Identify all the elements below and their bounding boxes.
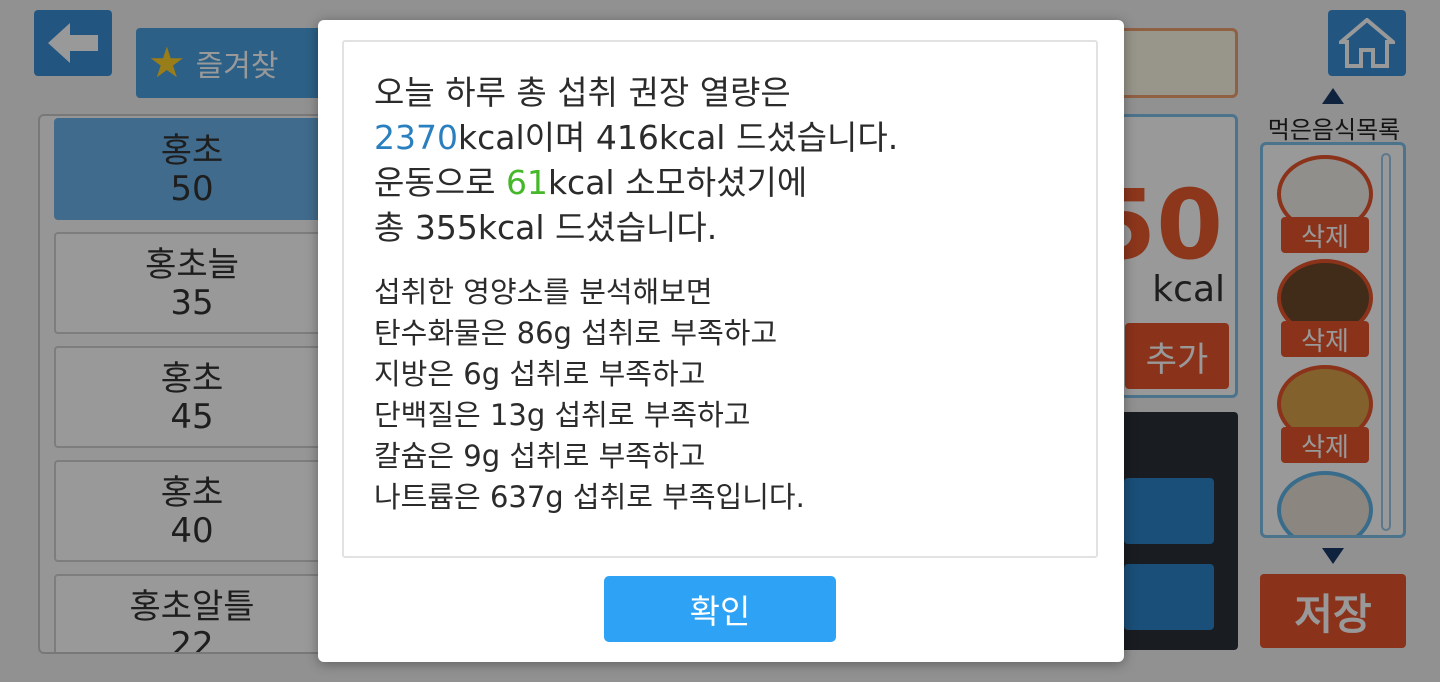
summary-dialog: 오늘 하루 총 섭취 권장 열량은 2370kcal이며 416kcal 드셨습… <box>318 20 1124 662</box>
summary-line-4: 총 355kcal 드셨습니다. <box>374 208 718 247</box>
nutrient-line: 지방은 6g 섭취로 부족하고 <box>374 357 706 391</box>
summary-line-3-pre: 운동으로 <box>374 163 506 202</box>
confirm-label: 확인 <box>689 592 751 631</box>
nutrient-line: 섭취한 영양소를 분석해보면 <box>374 275 713 309</box>
nutrient-analysis: 섭취한 영양소를 분석해보면 탄수화물은 86g 섭취로 부족하고 지방은 6g… <box>374 272 1066 518</box>
recommended-kcal: 2370 <box>374 118 458 157</box>
nutrient-line: 나트륨은 637g 섭취로 부족입니다. <box>374 480 805 514</box>
nutrient-line: 단백질은 13g 섭취로 부족하고 <box>374 398 751 432</box>
summary-line-3: 운동으로 61kcal 소모하셨기에 <box>374 160 1066 205</box>
summary-line-3-rest: kcal 소모하셨기에 <box>547 163 808 202</box>
nutrient-line: 탄수화물은 86g 섭취로 부족하고 <box>374 316 778 350</box>
calorie-summary: 오늘 하루 총 섭취 권장 열량은 2370kcal이며 416kcal 드셨습… <box>374 70 1066 250</box>
nutrient-line: 칼슘은 9g 섭취로 부족하고 <box>374 439 706 473</box>
exercise-kcal: 61 <box>505 163 548 202</box>
summary-line-1: 오늘 하루 총 섭취 권장 열량은 <box>374 73 791 112</box>
summary-line-2-rest: kcal이며 416kcal 드셨습니다. <box>457 118 899 157</box>
confirm-button[interactable]: 확인 <box>604 576 836 642</box>
summary-line-2: 2370kcal이며 416kcal 드셨습니다. <box>374 115 1066 160</box>
dialog-message: 오늘 하루 총 섭취 권장 열량은 2370kcal이며 416kcal 드셨습… <box>342 40 1098 558</box>
